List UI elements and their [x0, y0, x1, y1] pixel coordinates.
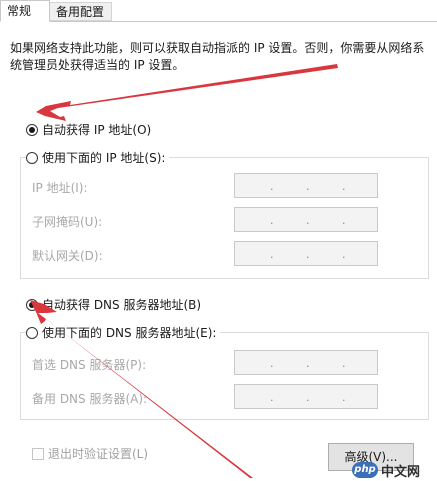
default-gateway-label: 默认网关(D):: [32, 249, 103, 263]
alternate-dns-label: 备用 DNS 服务器(A):: [32, 392, 148, 406]
ip-dot: .: [306, 214, 310, 227]
default-gateway-field[interactable]: ...: [234, 241, 378, 266]
watermark-text: 中文网: [381, 464, 421, 480]
ip-dot: .: [306, 180, 310, 193]
ip-dot: .: [306, 248, 310, 261]
ip-dot: .: [342, 357, 346, 370]
tab-general[interactable]: 常规: [0, 0, 50, 22]
ip-dot: .: [306, 357, 310, 370]
ip-auto-option[interactable]: 自动获得 IP 地址(O): [26, 121, 151, 138]
ip-dot: .: [342, 248, 346, 261]
ip-manual-label: 使用下面的 IP 地址(S):: [42, 151, 166, 165]
ip-auto-radio[interactable]: [26, 123, 38, 136]
ip-dot: .: [270, 180, 274, 193]
dns-manual-option[interactable]: 使用下面的 DNS 服务器地址(E):: [26, 324, 221, 341]
ip-dot: .: [342, 180, 346, 193]
ip-dot: .: [270, 391, 274, 404]
validate-on-exit-checkbox[interactable]: [32, 447, 44, 460]
ip-dot: .: [270, 357, 274, 370]
ip-manual-radio[interactable]: [26, 151, 38, 164]
php-watermark: php 中文网: [352, 460, 432, 480]
preferred-dns-field[interactable]: ...: [234, 350, 378, 375]
ip-dot: .: [306, 391, 310, 404]
ip-dot: .: [342, 214, 346, 227]
dns-auto-option[interactable]: 自动获得 DNS 服务器地址(B): [26, 296, 201, 313]
dns-manual-radio[interactable]: [26, 326, 38, 339]
dns-auto-label: 自动获得 DNS 服务器地址(B): [42, 298, 202, 312]
ip-address-label: IP 地址(I):: [32, 181, 88, 195]
validate-on-exit-option[interactable]: 退出时验证设置(L): [32, 445, 148, 462]
alternate-dns-field[interactable]: ...: [234, 384, 378, 409]
ip-address-field[interactable]: ...: [234, 173, 378, 198]
ip-dot: .: [342, 391, 346, 404]
ip-dot: .: [270, 248, 274, 261]
preferred-dns-label: 首选 DNS 服务器(P):: [32, 358, 147, 372]
ip-dot: .: [270, 214, 274, 227]
ip-auto-label: 自动获得 IP 地址(O): [42, 123, 152, 137]
validate-on-exit-label: 退出时验证设置(L): [48, 447, 149, 461]
subnet-mask-field[interactable]: ...: [234, 207, 378, 232]
tab-divider: [0, 21, 437, 22]
php-logo-icon: php: [352, 462, 378, 478]
description-text: 如果网络支持此功能，则可以获取自动指派的 IP 设置。否则，你需要从网络系统管理…: [10, 41, 425, 72]
ip-manual-option[interactable]: 使用下面的 IP 地址(S):: [26, 149, 170, 166]
subnet-mask-label: 子网掩码(U):: [32, 215, 103, 229]
tab-bar: 常规 备用配置: [0, 0, 437, 22]
dns-auto-radio[interactable]: [26, 298, 38, 311]
tab-alternate-config[interactable]: 备用配置: [50, 2, 112, 21]
dns-manual-label: 使用下面的 DNS 服务器地址(E):: [42, 326, 217, 340]
